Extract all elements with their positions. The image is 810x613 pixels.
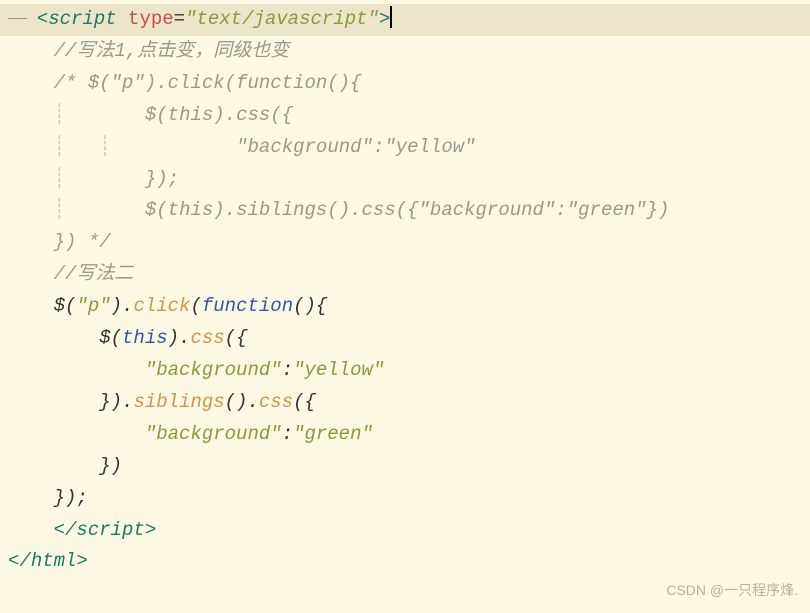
comment-block: $(this).siblings().css({"background":"gr… xyxy=(99,199,669,221)
function-call: css xyxy=(190,327,224,349)
tag-name: html xyxy=(31,550,77,572)
code-line: </script> xyxy=(0,515,810,547)
code-line: "background":"yellow" xyxy=(0,355,810,387)
tag-bracket: > xyxy=(76,550,87,572)
code-line: /* $("p").click(function(){ xyxy=(0,68,810,100)
tag-bracket: </ xyxy=(8,550,31,572)
function-call: click xyxy=(133,295,190,317)
code-line: //写法1,点击变，同级也变 xyxy=(0,36,810,68)
code-editor[interactable]: —— <script type="text/javascript"> //写法1… xyxy=(0,4,810,578)
text-cursor xyxy=(390,6,392,28)
tag-bracket: < xyxy=(37,8,48,30)
function-call: siblings xyxy=(133,391,224,413)
code-line: $("p").click(function(){ xyxy=(0,291,810,323)
function-call: css xyxy=(259,391,293,413)
fold-icon[interactable]: —— xyxy=(8,10,37,28)
comment-block: $(this).css({ xyxy=(99,104,293,126)
code-line: ┊ ┊ "background":"yellow" xyxy=(0,132,810,164)
keyword: function xyxy=(202,295,293,317)
comment-block: }); xyxy=(99,168,179,190)
tag-name: script xyxy=(48,8,116,30)
code-line: $(this).css({ xyxy=(0,323,810,355)
code-line: ┊ }); xyxy=(0,164,810,196)
code-line: </html> xyxy=(0,546,810,578)
string: "green" xyxy=(293,423,373,445)
attr-name: type xyxy=(128,8,174,30)
tag-bracket: > xyxy=(379,8,390,30)
comment: //写法二 xyxy=(54,263,134,285)
watermark: CSDN @一只程序烽. xyxy=(666,579,798,603)
code-line: }) xyxy=(0,451,810,483)
string: "p" xyxy=(76,295,110,317)
comment-block: "background":"yellow" xyxy=(145,136,476,158)
code-line: }).siblings().css({ xyxy=(0,387,810,419)
string: "background" xyxy=(145,423,282,445)
tag-bracket: </ xyxy=(54,519,77,541)
code-line: }) */ xyxy=(0,227,810,259)
code-line: —— <script type="text/javascript"> xyxy=(0,4,810,36)
code-line: }); xyxy=(0,483,810,515)
tag-name: script xyxy=(76,519,144,541)
code-line: //写法二 xyxy=(0,259,810,291)
code-line: "background":"green" xyxy=(0,419,810,451)
string: "background" xyxy=(145,359,282,381)
comment-block: }) */ xyxy=(54,231,111,253)
code-line: ┊ $(this).css({ xyxy=(0,100,810,132)
comment: //写法1,点击变，同级也变 xyxy=(54,40,290,62)
attr-value: "text/javascript" xyxy=(185,8,379,30)
tag-bracket: > xyxy=(145,519,156,541)
keyword: this xyxy=(122,327,168,349)
string: "yellow" xyxy=(293,359,384,381)
comment-block: /* $("p").click(function(){ xyxy=(54,72,362,94)
code-line: ┊ $(this).siblings().css({"background":"… xyxy=(0,195,810,227)
